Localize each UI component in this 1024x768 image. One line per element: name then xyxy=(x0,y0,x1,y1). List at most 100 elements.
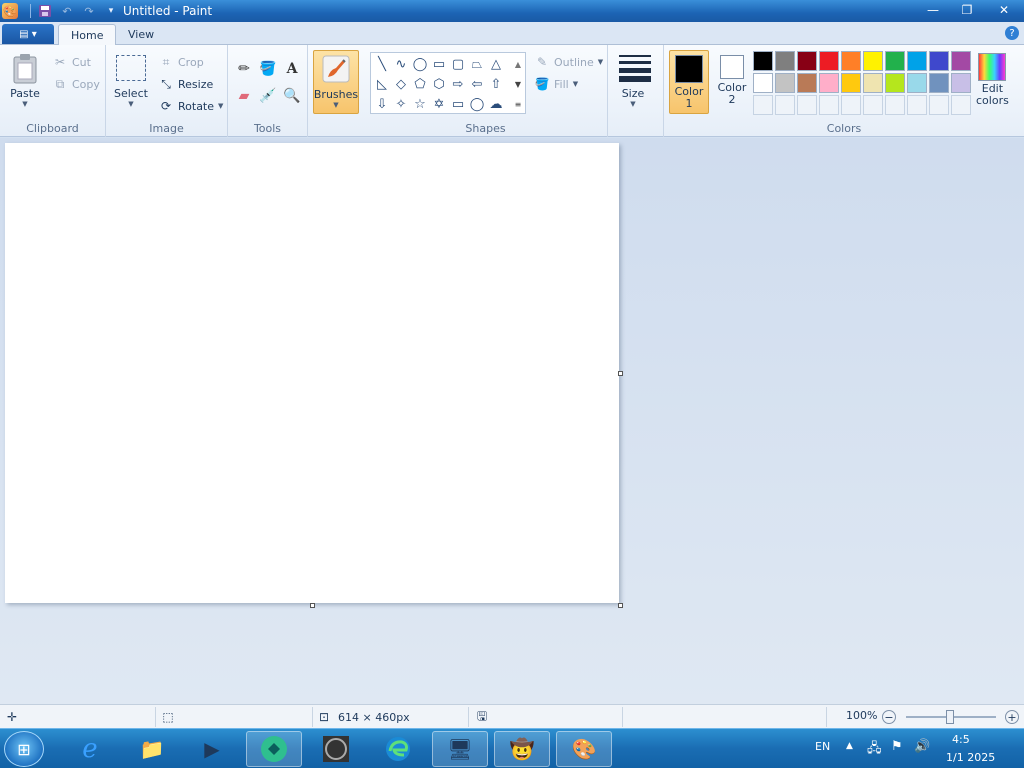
zoom-slider-thumb[interactable] xyxy=(946,710,954,724)
palette-color-swatch[interactable] xyxy=(841,73,861,93)
palette-color-swatch[interactable] xyxy=(863,51,883,71)
palette-custom-slot[interactable] xyxy=(819,95,839,115)
cloud-callout-shape-icon[interactable]: ☁ xyxy=(487,95,505,113)
palette-color-swatch[interactable] xyxy=(951,73,971,93)
crop-button[interactable]: ⌗ Crop xyxy=(158,54,204,70)
fill-bucket-icon[interactable]: 🪣 xyxy=(257,58,279,80)
palette-custom-slot[interactable] xyxy=(951,95,971,115)
outline-button[interactable]: ✎ Outline ▼ xyxy=(534,54,603,70)
palette-color-swatch[interactable] xyxy=(841,51,861,71)
paste-button[interactable]: Paste ▼ xyxy=(10,53,40,108)
palette-color-swatch[interactable] xyxy=(885,51,905,71)
rounded-rectangle-shape-icon[interactable]: ▢ xyxy=(449,55,467,73)
resize-handle-bottom[interactable] xyxy=(310,603,315,608)
shapes-expand-icon[interactable]: ≡ xyxy=(509,95,527,113)
cut-button[interactable]: ✂ Cut xyxy=(52,54,91,70)
rectangle-shape-icon[interactable]: ▭ xyxy=(430,55,448,73)
paint-app-icon[interactable]: 🎨 xyxy=(2,3,18,19)
palette-color-swatch[interactable] xyxy=(797,51,817,71)
triangle-shape-icon[interactable]: △ xyxy=(487,55,505,73)
undo-icon[interactable]: ↶ xyxy=(59,3,75,19)
clock-time[interactable]: 4:5 xyxy=(952,733,970,746)
internet-explorer-icon[interactable]: e xyxy=(62,731,118,767)
palette-custom-slot[interactable] xyxy=(775,95,795,115)
fill-button[interactable]: 🪣 Fill ▼ xyxy=(534,76,579,92)
rounded-callout-shape-icon[interactable]: ▭ xyxy=(449,95,467,113)
help-icon[interactable]: ? xyxy=(1005,26,1019,40)
text-tool-icon[interactable]: A xyxy=(281,58,303,80)
pencil-icon[interactable]: ✏ xyxy=(233,58,255,80)
oval-callout-shape-icon[interactable]: ◯ xyxy=(468,95,486,113)
six-point-star-shape-icon[interactable]: ✡ xyxy=(430,95,448,113)
color-picker-icon[interactable]: 💉 xyxy=(257,85,279,107)
palette-color-swatch[interactable] xyxy=(753,73,773,93)
edit-colors-button[interactable]: Edit colors xyxy=(976,53,1009,107)
copy-button[interactable]: ⧉ Copy xyxy=(52,76,100,92)
paint-taskbar-icon[interactable]: 🎨 xyxy=(556,731,612,767)
palette-color-swatch[interactable] xyxy=(819,51,839,71)
palette-custom-slot[interactable] xyxy=(841,95,861,115)
brushes-button[interactable]: Brushes ▼ xyxy=(313,50,359,114)
start-button[interactable]: ⊞ xyxy=(4,731,44,767)
file-menu-button[interactable]: ▤ ▾ xyxy=(2,24,54,44)
action-center-flag-icon[interactable]: ⚑ xyxy=(891,739,903,754)
palette-color-swatch[interactable] xyxy=(863,73,883,93)
palette-color-swatch[interactable] xyxy=(819,73,839,93)
clock-date[interactable]: 1/1 2025 xyxy=(946,751,995,764)
palette-custom-slot[interactable] xyxy=(863,95,883,115)
palette-color-swatch[interactable] xyxy=(929,73,949,93)
palette-color-swatch[interactable] xyxy=(907,51,927,71)
oval-shape-icon[interactable]: ◯ xyxy=(411,55,429,73)
four-point-star-shape-icon[interactable]: ✧ xyxy=(392,95,410,113)
windows-sd-icon[interactable] xyxy=(308,731,364,767)
shapes-scroll-up-icon[interactable]: ▲ xyxy=(509,55,527,73)
character-app-icon[interactable]: 🤠 xyxy=(494,731,550,767)
palette-color-swatch[interactable] xyxy=(885,73,905,93)
resize-button[interactable]: ⤡ Resize xyxy=(158,76,213,92)
hexagon-shape-icon[interactable]: ⬡ xyxy=(430,75,448,93)
resize-handle-right[interactable] xyxy=(618,371,623,376)
left-arrow-shape-icon[interactable]: ⇦ xyxy=(468,75,486,93)
right-arrow-shape-icon[interactable]: ⇨ xyxy=(449,75,467,93)
save-icon[interactable] xyxy=(37,3,53,19)
color1-button[interactable]: Color 1 xyxy=(669,50,709,114)
size-button[interactable]: Size ▼ xyxy=(618,53,651,108)
five-point-star-shape-icon[interactable]: ☆ xyxy=(411,95,429,113)
file-explorer-icon[interactable]: 📁 xyxy=(124,731,180,767)
language-indicator[interactable]: EN xyxy=(815,740,830,753)
down-arrow-shape-icon[interactable]: ⇩ xyxy=(373,95,391,113)
right-triangle-shape-icon[interactable]: ◺ xyxy=(373,75,391,93)
edge-browser-icon[interactable] xyxy=(370,731,426,767)
color2-button[interactable]: Color 2 xyxy=(714,50,750,114)
palette-custom-slot[interactable] xyxy=(929,95,949,115)
volume-icon[interactable]: 🔊 xyxy=(914,739,930,754)
tab-view[interactable]: View xyxy=(116,24,166,46)
palette-color-swatch[interactable] xyxy=(775,51,795,71)
pentagon-shape-icon[interactable]: ⬠ xyxy=(411,75,429,93)
line-shape-icon[interactable]: ╲ xyxy=(373,55,391,73)
palette-color-swatch[interactable] xyxy=(951,51,971,71)
palette-color-swatch[interactable] xyxy=(775,73,795,93)
zoom-in-button[interactable]: + xyxy=(1005,710,1019,724)
palette-custom-slot[interactable] xyxy=(753,95,773,115)
eraser-icon[interactable]: ▰ xyxy=(233,85,255,107)
rotate-button[interactable]: ⟳ Rotate ▼ xyxy=(158,98,223,114)
remote-desktop-icon[interactable]: 🖥 xyxy=(432,731,488,767)
shapes-scroll-down-icon[interactable]: ▼ xyxy=(509,75,527,93)
tab-home[interactable]: Home xyxy=(58,24,117,46)
network-icon[interactable]: 🖧 xyxy=(867,739,882,761)
customize-qat-icon[interactable]: ▾ xyxy=(103,3,119,19)
close-button[interactable]: ✕ xyxy=(984,0,1024,20)
palette-color-swatch[interactable] xyxy=(797,73,817,93)
curve-shape-icon[interactable]: ∿ xyxy=(392,55,410,73)
palette-color-swatch[interactable] xyxy=(929,51,949,71)
redo-icon[interactable]: ↷ xyxy=(81,3,97,19)
drawing-canvas[interactable] xyxy=(5,143,619,603)
polygon-shape-icon[interactable]: ⏢ xyxy=(468,55,486,73)
green-app-icon[interactable] xyxy=(246,731,302,767)
maximize-button[interactable]: ❐ xyxy=(950,0,984,20)
magnifier-icon[interactable]: 🔍 xyxy=(281,85,303,107)
show-hidden-icons-icon[interactable]: ▲ xyxy=(846,741,853,751)
resize-handle-corner[interactable] xyxy=(618,603,623,608)
up-arrow-shape-icon[interactable]: ⇧ xyxy=(487,75,505,93)
